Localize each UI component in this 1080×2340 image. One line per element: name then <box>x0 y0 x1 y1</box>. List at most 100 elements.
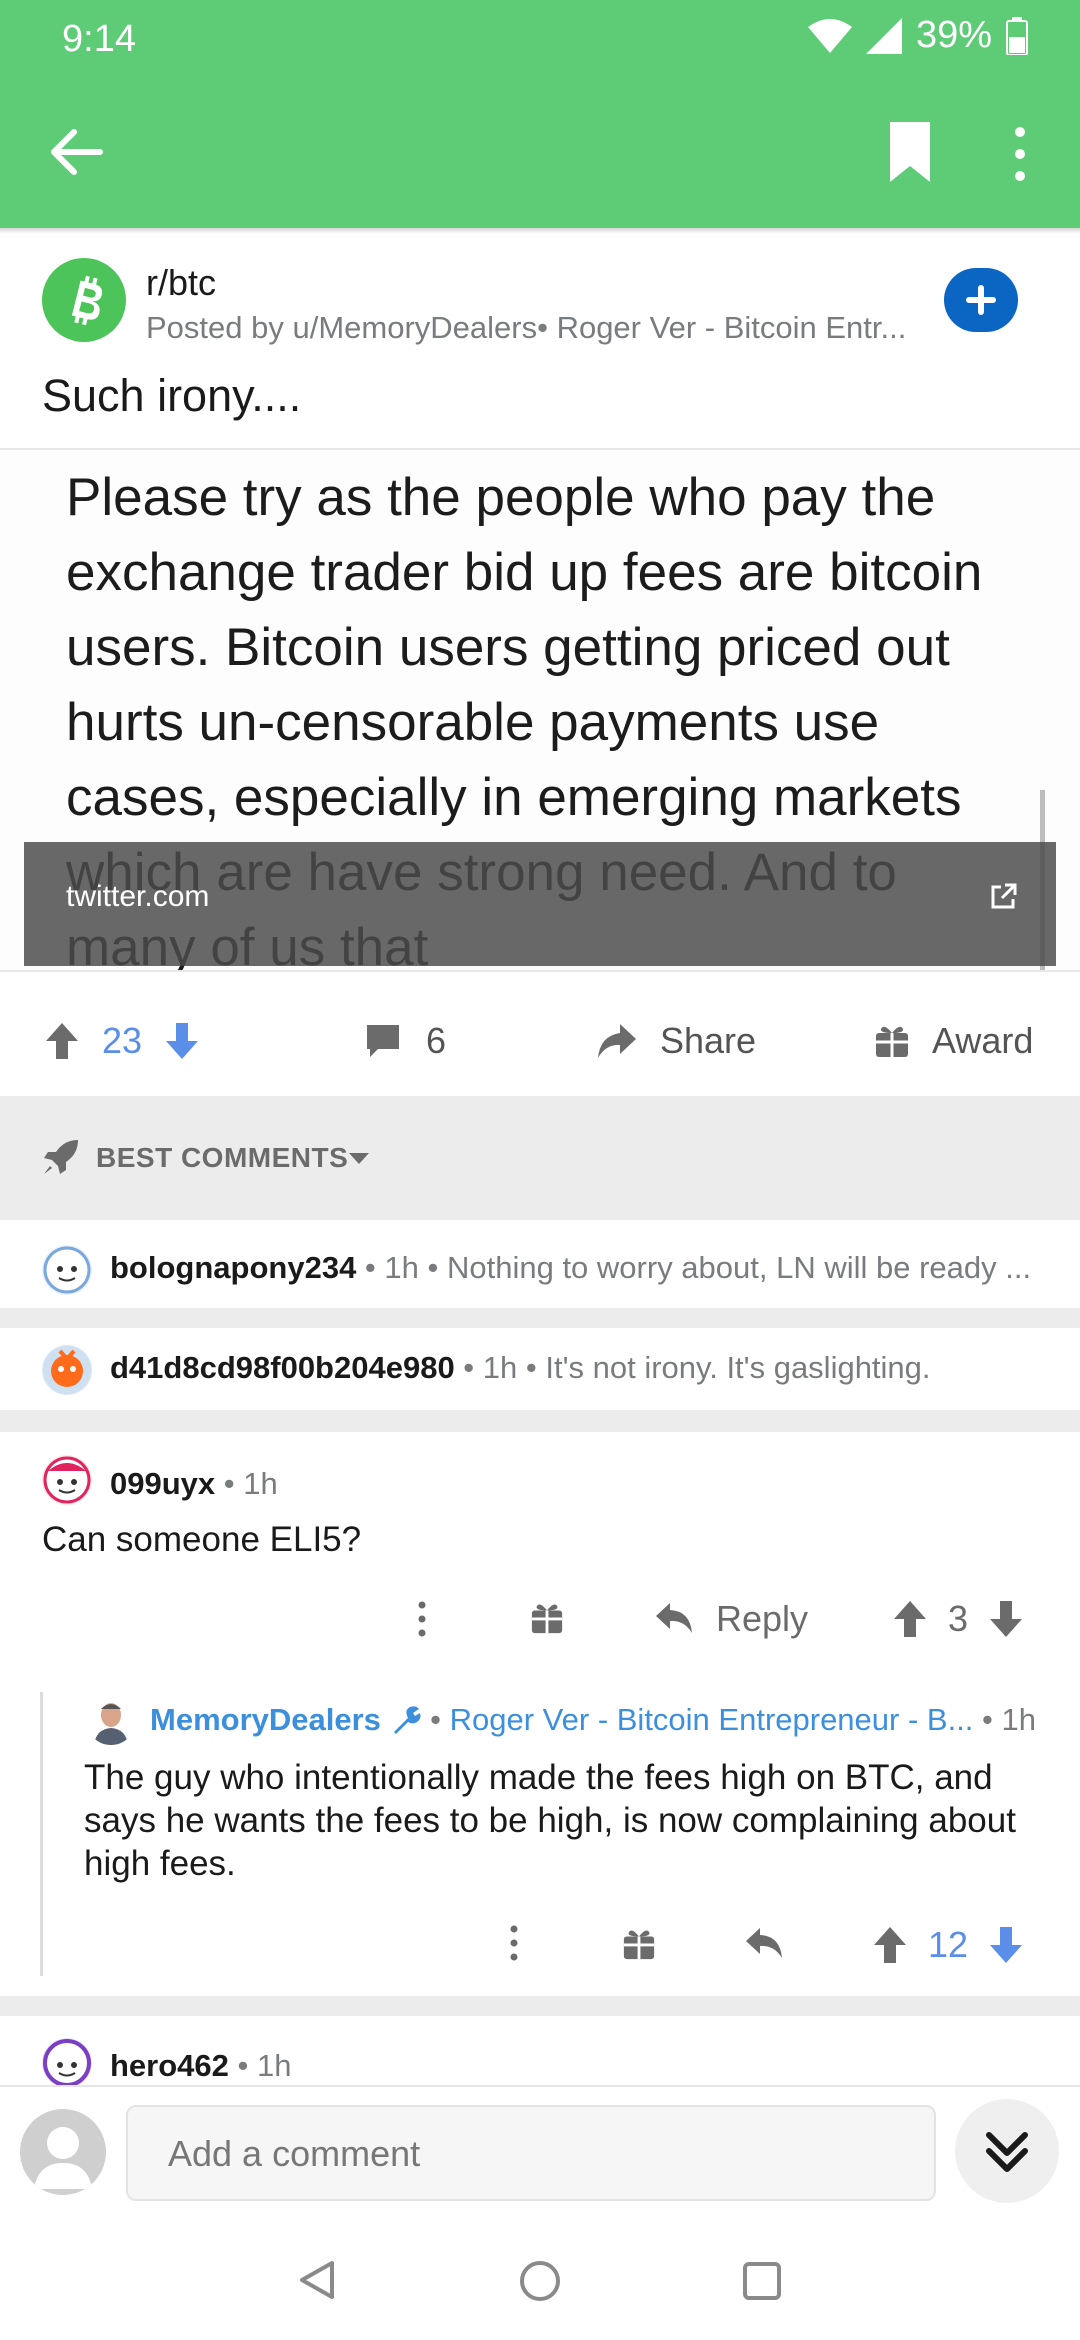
app-bar <box>0 80 1080 228</box>
plus-icon <box>966 285 996 315</box>
double-chevron-down-icon <box>986 2132 1028 2172</box>
gift-icon[interactable] <box>530 1600 564 1636</box>
more-options-icon[interactable] <box>414 1600 430 1638</box>
arrow-left-icon[interactable] <box>44 120 108 184</box>
gift-icon[interactable] <box>622 1926 656 1962</box>
nav-back-icon[interactable] <box>296 2259 338 2301</box>
comment-header: 099uyx • 1h <box>110 1466 278 1501</box>
avatar[interactable] <box>42 1455 92 1505</box>
comment-time: 1h <box>257 2048 292 2083</box>
comment-snippet: Nothing to worry about, LN will be ready… <box>446 1250 1032 1285</box>
link-domain: twitter.com <box>66 880 210 913</box>
rocket-icon <box>44 1140 78 1174</box>
more-options-icon[interactable] <box>506 1924 522 1962</box>
wrench-icon <box>393 1706 420 1734</box>
kebab-menu-icon[interactable] <box>1006 124 1034 184</box>
reply-label: Reply <box>716 1598 809 1639</box>
status-bar: 9:14 39% <box>0 0 1080 80</box>
nav-home-icon[interactable] <box>518 2259 562 2303</box>
bitcoin-icon <box>71 275 103 326</box>
post-meta[interactable]: Posted by u/MemoryDealers• Roger Ver - B… <box>146 310 926 346</box>
avatar <box>42 1345 92 1395</box>
sort-label: BEST COMMENTS <box>96 1142 349 1173</box>
external-link-icon <box>991 883 1017 909</box>
share-icon <box>598 1024 636 1058</box>
thread-line <box>40 1692 43 1976</box>
comment-header: MemoryDealers • Roger Ver - Bitcoin Entr… <box>150 1702 1036 1737</box>
comment-author[interactable]: 099uyx <box>110 1466 215 1501</box>
comment-score: 3 <box>948 1598 969 1639</box>
award-button[interactable]: Award <box>874 1020 1033 1062</box>
downvote-icon[interactable] <box>988 1925 1024 1965</box>
system-nav-bar <box>0 2215 1080 2340</box>
collapsed-comment[interactable]: bolognapony234 • 1h • Nothing to worry a… <box>0 1220 1080 1320</box>
post-score: 23 <box>102 1020 143 1061</box>
comment-composer: Add a comment <box>0 2085 1080 2217</box>
comment-time: 1h <box>384 1250 419 1285</box>
chevron-down-icon <box>349 1153 369 1164</box>
appbar-shadow <box>0 228 1080 234</box>
upvote-icon[interactable] <box>872 1925 908 1965</box>
snoo-avatar-icon <box>43 1456 91 1504</box>
vote-group: 23 <box>44 1020 200 1062</box>
status-time: 9:14 <box>62 18 136 60</box>
comment-placeholder: Add a comment <box>168 2133 421 2174</box>
signal-icon <box>865 17 902 54</box>
reply-icon[interactable] <box>744 1926 784 1962</box>
snoo-avatar-icon <box>43 2039 91 2087</box>
share-button[interactable]: Share <box>596 1020 756 1062</box>
comment-body: Can someone ELI5? <box>42 1520 362 1559</box>
upvote-icon[interactable] <box>892 1599 928 1639</box>
gift-icon <box>876 1026 908 1057</box>
subreddit-name[interactable]: r/btc <box>146 262 216 304</box>
user-avatar[interactable] <box>20 2109 106 2195</box>
divider <box>0 1996 1080 2016</box>
comment-author[interactable]: d41d8cd98f00b204e980 <box>110 1350 455 1385</box>
comment-author[interactable]: MemoryDealers <box>150 1702 381 1737</box>
wifi-icon <box>807 18 852 53</box>
avatar[interactable] <box>86 1695 136 1745</box>
divider <box>0 1308 1080 1328</box>
avatar[interactable] <box>42 2038 92 2088</box>
comment-body: The guy who intentionally made the fees … <box>84 1758 1016 1883</box>
avatar <box>42 1245 92 1295</box>
reply-icon <box>656 1603 692 1633</box>
battery-icon <box>1006 16 1028 55</box>
nav-recents-icon[interactable] <box>742 2261 782 2301</box>
join-button[interactable] <box>944 268 1018 332</box>
comment-line: d41d8cd98f00b204e980 • 1h • It's not iro… <box>110 1350 931 1385</box>
comment-icon <box>367 1025 399 1057</box>
user-flair: Roger Ver - Bitcoin Entrepreneur - B... <box>449 1702 974 1737</box>
comment-sort-bar[interactable]: BEST COMMENTS <box>0 1096 1080 1220</box>
post-title[interactable]: Such irony.... <box>42 370 301 422</box>
link-bar[interactable]: twitter.com <box>24 842 1056 966</box>
comment-time: 1h <box>1001 1702 1036 1737</box>
battery-percent: 39% <box>915 14 992 56</box>
comment-header: hero462 • 1h <box>110 2048 292 2083</box>
bookmark-icon[interactable] <box>886 122 934 182</box>
comment-vote-group: 3 <box>892 1598 1024 1640</box>
snoo-avatar-icon <box>43 1246 91 1294</box>
subreddit-avatar[interactable] <box>42 258 126 342</box>
share-label: Share <box>660 1020 757 1061</box>
comment-author[interactable]: bolognapony234 <box>110 1250 356 1285</box>
award-label: Award <box>932 1020 1034 1061</box>
downvote-icon[interactable] <box>988 1599 1024 1639</box>
post-actions: 23 6 Share Award <box>0 990 1080 1090</box>
comment-time: 1h <box>243 1466 278 1501</box>
user-icon <box>34 2127 92 2189</box>
user-avatar-icon <box>86 1695 136 1745</box>
comment-count: 6 <box>426 1020 447 1061</box>
comment-snippet: It's not irony. It's gaslighting. <box>545 1350 931 1385</box>
comments-button[interactable]: 6 <box>364 1020 446 1062</box>
link-preview[interactable]: Please try as the people who pay the exc… <box>0 448 1080 972</box>
snoo-avatar-icon <box>43 1346 91 1394</box>
jump-to-next-button[interactable] <box>955 2099 1059 2203</box>
comment-score: 12 <box>928 1924 969 1965</box>
downvote-icon[interactable] <box>164 1021 200 1061</box>
comment-author[interactable]: hero462 <box>110 2048 229 2083</box>
upvote-icon[interactable] <box>44 1021 80 1061</box>
divider <box>0 1410 1080 1432</box>
reply-button[interactable]: Reply <box>654 1598 808 1640</box>
comment-input[interactable]: Add a comment <box>126 2105 936 2201</box>
